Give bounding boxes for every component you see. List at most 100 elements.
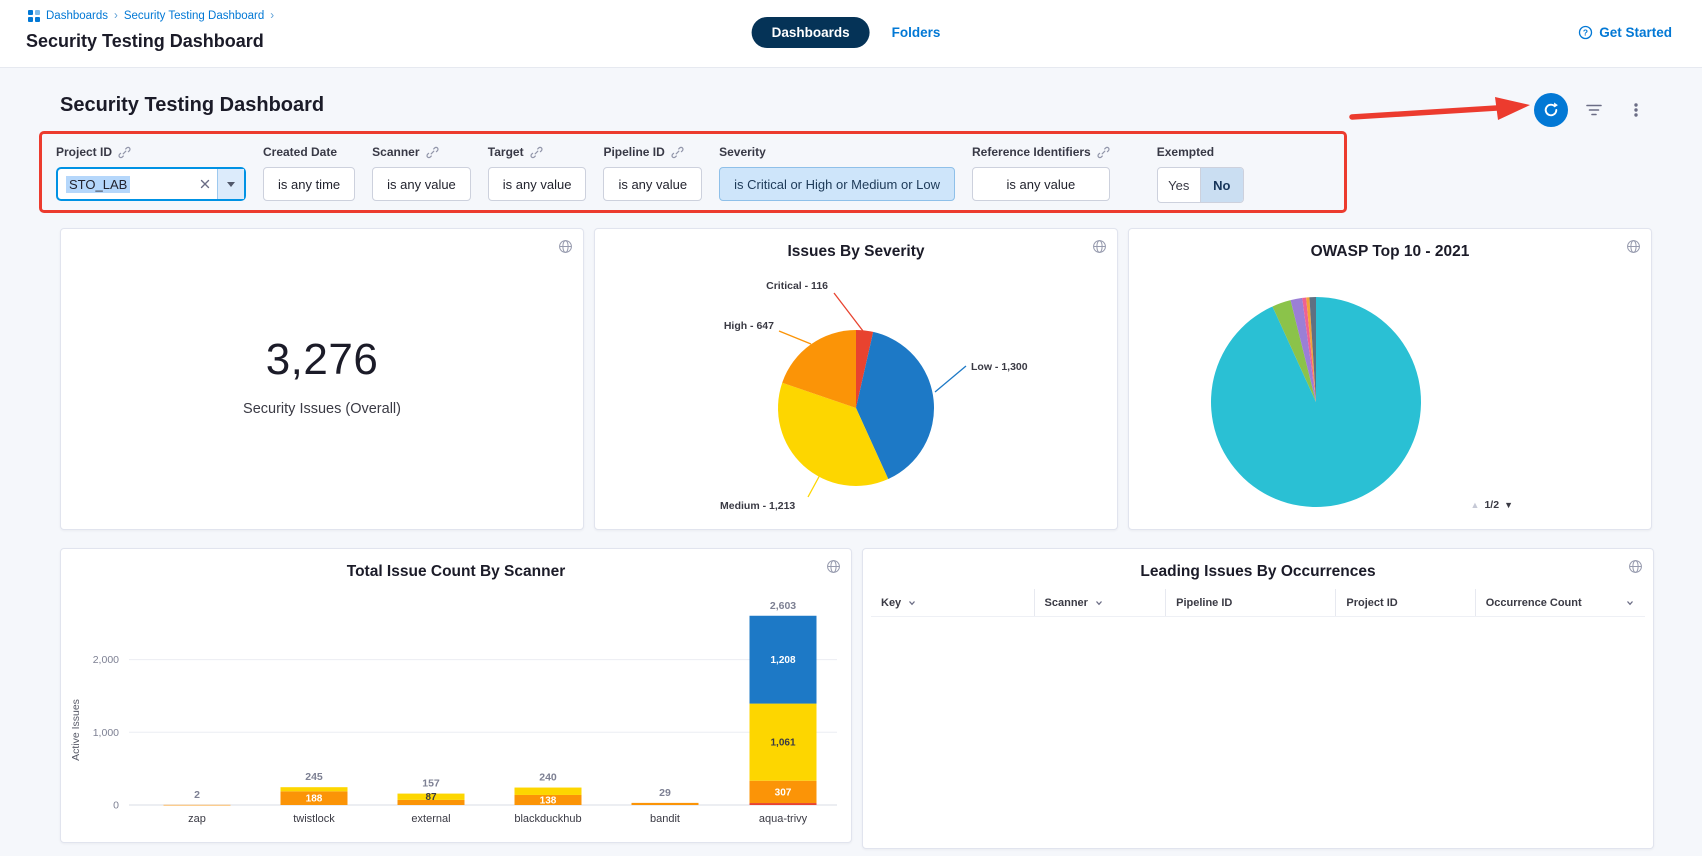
overall-issues-label: Security Issues (Overall): [61, 401, 583, 417]
y-tick-label: 0: [113, 800, 119, 812]
filter-label: Pipeline ID: [603, 145, 664, 159]
x-category-label: blackduckhub: [514, 813, 581, 825]
svg-text:?: ?: [1583, 27, 1588, 37]
pie-leader-line: [935, 366, 966, 392]
table-header-row: Key Scanner Pipeline ID Project ID Occurrenc…: [871, 589, 1645, 617]
filter-label: Created Date: [263, 145, 337, 159]
breadcrumb: Dashboards › Security Testing Dashboard …: [28, 10, 274, 22]
bar-segment[interactable]: [750, 803, 817, 805]
overall-issues-count: 3,276: [61, 335, 583, 385]
bar-segment[interactable]: [515, 788, 582, 795]
sort-chevron-icon[interactable]: [907, 598, 917, 608]
get-started-link[interactable]: ? Get Started: [1578, 25, 1672, 40]
exempted-yes-option[interactable]: Yes: [1158, 168, 1200, 202]
filter-target: Target is any value: [488, 144, 587, 201]
bar-total-label: 2: [194, 789, 200, 801]
x-category-label: aqua-trivy: [759, 813, 808, 825]
filter-reference-identifiers: Reference Identifiers is any value: [972, 144, 1110, 201]
filter-label: Target: [488, 145, 524, 159]
table-title: Leading Issues By Occurrences: [863, 563, 1653, 581]
header-tabs: Dashboards Folders: [752, 17, 951, 48]
severity-filter-button[interactable]: is Critical or High or Medium or Low: [719, 167, 955, 201]
column-header-label: Occurrence Count: [1486, 597, 1582, 609]
bar-segment-label: 188: [306, 794, 323, 805]
help-question-icon: ?: [1578, 25, 1593, 40]
column-header-project-id[interactable]: Project ID: [1335, 589, 1474, 616]
breadcrumb-separator: ›: [270, 10, 274, 22]
bar-segment[interactable]: [164, 805, 231, 806]
refresh-button[interactable]: [1534, 93, 1568, 127]
pipeline-id-filter-button[interactable]: is any value: [603, 167, 702, 201]
bar-total-label: 29: [659, 787, 671, 799]
x-category-label: bandit: [650, 813, 680, 825]
sort-chevron-icon[interactable]: [1625, 598, 1635, 608]
legend-pagination: ▲ 1/2 ▼: [1471, 499, 1513, 511]
bar-segment[interactable]: [632, 803, 699, 805]
bar-segment[interactable]: [281, 787, 348, 791]
more-options-button[interactable]: [1622, 96, 1650, 124]
scanner-bar-chart[interactable]: 01,0002,0002zap188245twistlock87157exter…: [61, 549, 851, 842]
bar-total-label: 2,603: [770, 600, 796, 612]
pie-leader-line: [808, 473, 821, 497]
tile-owasp-top10: OWASP Top 10 - 2021 ▲ 1/2 ▼: [1128, 228, 1652, 530]
bar-total-label: 157: [422, 778, 440, 790]
y-tick-label: 2,000: [93, 654, 119, 666]
pie-label: Low - 1,300: [971, 361, 1028, 373]
column-header-label: Pipeline ID: [1176, 597, 1232, 609]
dashboard-filter-button[interactable]: [1580, 96, 1608, 124]
breadcrumb-separator: ›: [114, 10, 118, 22]
pie-label: High - 647: [724, 320, 774, 332]
bar-segment-label: 1,208: [770, 655, 795, 666]
column-header-occurrence-count[interactable]: Occurrence Count: [1475, 589, 1645, 616]
project-id-select-input[interactable]: STO_LAB: [56, 167, 246, 201]
filter-created-date: Created Date is any time: [263, 144, 355, 201]
x-category-label: zap: [188, 813, 206, 825]
tile-issues-by-severity: Issues By Severity Critical - 116Low - 1…: [594, 228, 1118, 530]
pie-label: Medium - 1,213: [720, 500, 795, 512]
sort-chevron-icon[interactable]: [1094, 598, 1104, 608]
breadcrumb-dashboards[interactable]: Dashboards: [46, 10, 108, 22]
target-filter-button[interactable]: is any value: [488, 167, 587, 201]
reference-identifiers-filter-button[interactable]: is any value: [972, 167, 1110, 201]
filter-lines-icon: [1584, 100, 1604, 120]
column-header-scanner[interactable]: Scanner: [1034, 589, 1166, 616]
annotation-arrow: [1342, 92, 1542, 137]
breadcrumb-current[interactable]: Security Testing Dashboard: [124, 10, 264, 22]
page-down-icon[interactable]: ▼: [1504, 500, 1513, 510]
severity-pie-chart[interactable]: Critical - 116 Low - 1,300 Medium - 1,213 H…: [595, 229, 1117, 529]
pie-slice[interactable]: [1211, 297, 1421, 507]
filter-label: Severity: [719, 145, 766, 159]
exempted-toggle: Yes No: [1157, 167, 1244, 203]
column-header-pipeline-id[interactable]: Pipeline ID: [1165, 589, 1335, 616]
filter-project-id: Project ID STO_LAB: [56, 144, 246, 201]
page-up-icon[interactable]: ▲: [1471, 500, 1480, 510]
column-header-label: Scanner: [1045, 597, 1088, 609]
tile-leading-issues-by-occurrences: Leading Issues By Occurrences Key Scanner…: [862, 548, 1654, 849]
project-id-value: STO_LAB: [66, 176, 130, 193]
exempted-no-option[interactable]: No: [1200, 168, 1243, 202]
tab-folders[interactable]: Folders: [882, 17, 951, 48]
link-icon: [118, 146, 131, 159]
explore-globe-icon[interactable]: [558, 239, 573, 259]
column-header-key[interactable]: Key: [871, 589, 1034, 616]
y-axis-label: Active Issues: [70, 699, 82, 761]
filter-label: Project ID: [56, 145, 112, 159]
link-icon: [530, 146, 543, 159]
clear-icon[interactable]: [193, 179, 217, 189]
link-icon: [426, 146, 439, 159]
kebab-menu-icon: [1627, 101, 1645, 119]
tab-dashboards[interactable]: Dashboards: [752, 17, 870, 48]
created-date-filter-button[interactable]: is any time: [263, 167, 355, 201]
y-tick-label: 1,000: [93, 727, 119, 739]
filter-label: Reference Identifiers: [972, 145, 1091, 159]
pie-label: Critical - 116: [766, 280, 828, 292]
filter-label: Exempted: [1157, 145, 1214, 159]
page-title: Security Testing Dashboard: [26, 31, 264, 52]
scanner-filter-button[interactable]: is any value: [372, 167, 471, 201]
chevron-down-icon: [227, 182, 235, 187]
column-header-label: Key: [881, 597, 901, 609]
dashboard-title: Security Testing Dashboard: [60, 94, 324, 117]
owasp-pie-chart[interactable]: [1129, 229, 1651, 529]
bar-total-label: 245: [305, 771, 323, 783]
dropdown-caret-button[interactable]: [217, 169, 244, 199]
